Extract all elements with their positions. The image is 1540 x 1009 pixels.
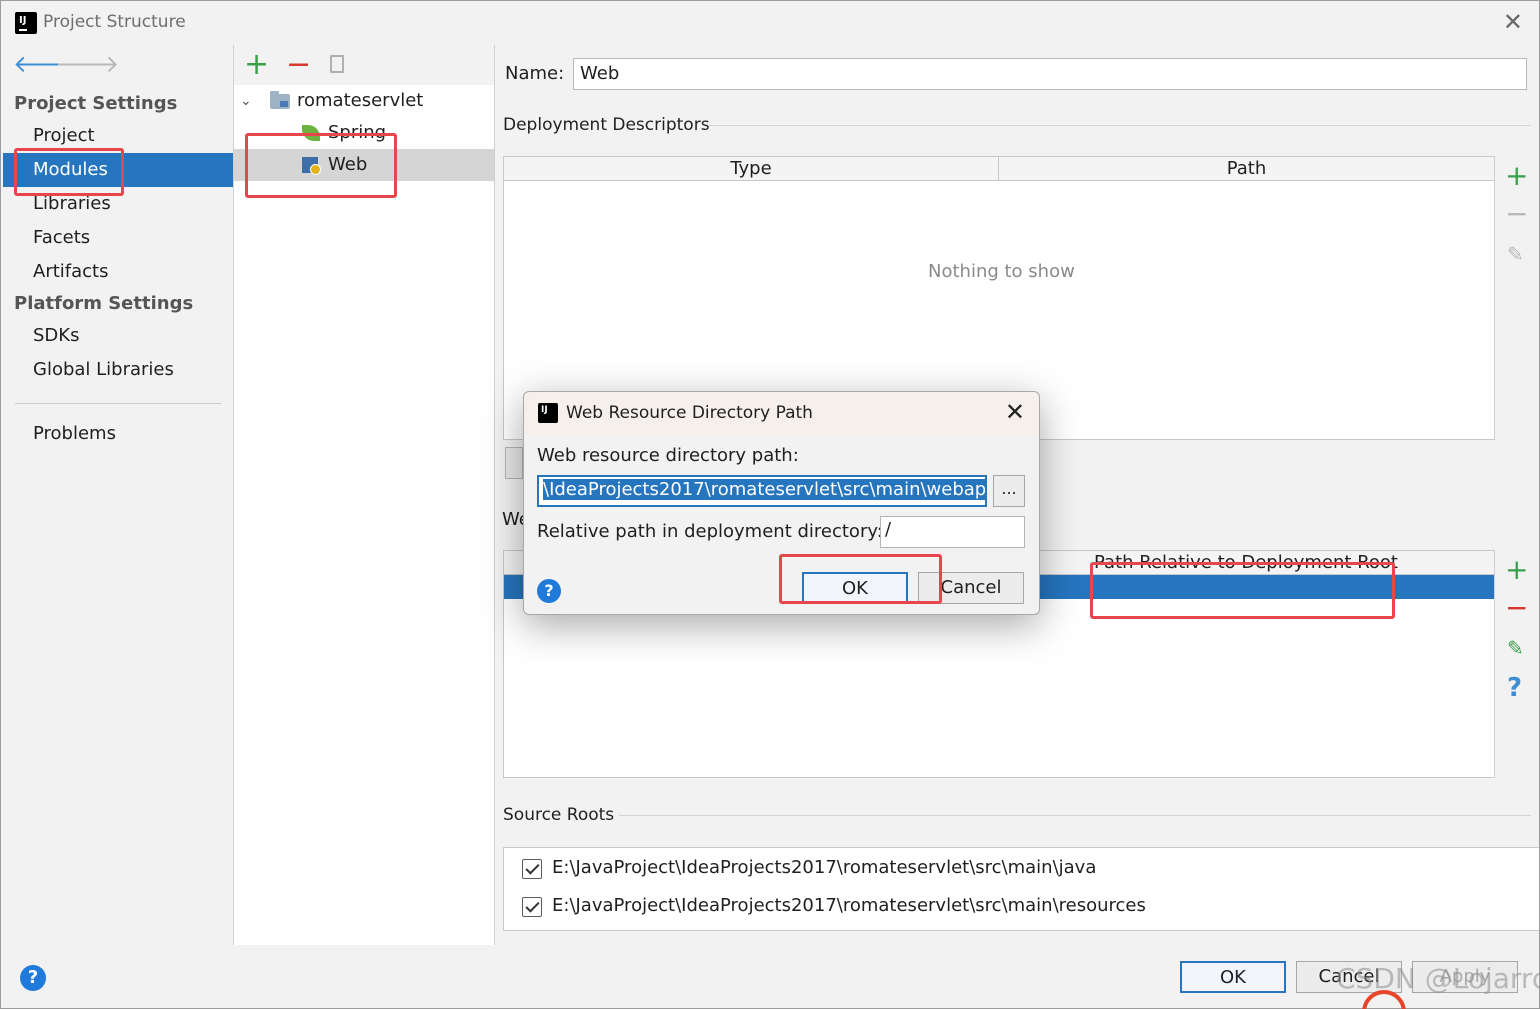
selected-path-text: \IdeaProjects2017\romateservlet\src\main… bbox=[543, 479, 985, 500]
sidebar-item-sdks[interactable]: SDKs bbox=[3, 319, 233, 353]
edit-icon[interactable]: ✎ bbox=[1507, 636, 1524, 660]
dialog-title: Web Resource Directory Path bbox=[566, 403, 813, 423]
path-input[interactable]: \IdeaProjects2017\romateservlet\src\main… bbox=[537, 475, 987, 507]
section-divider bbox=[619, 815, 1531, 816]
tree-node-label: romateservlet bbox=[297, 90, 424, 111]
source-roots-list: E:\JavaProject\IdeaProjects2017\romatese… bbox=[503, 847, 1539, 931]
web-resource-tools: + − ✎ ? bbox=[1494, 550, 1538, 778]
column-type[interactable]: Type bbox=[504, 157, 998, 181]
copy-icon[interactable] bbox=[330, 52, 353, 74]
annotation-highlight-row bbox=[1090, 562, 1395, 619]
relative-path-label: Relative path in deployment directory: bbox=[537, 521, 883, 542]
ok-button[interactable]: OK bbox=[1180, 961, 1286, 993]
module-folder-icon bbox=[270, 91, 290, 109]
help-icon[interactable]: ? bbox=[20, 965, 46, 991]
edit-icon[interactable]: ✎ bbox=[1507, 242, 1524, 266]
section-divider bbox=[709, 125, 1531, 126]
forward-arrow-icon[interactable]: 🡒 bbox=[55, 51, 119, 77]
close-icon[interactable]: ✕ bbox=[1005, 400, 1025, 424]
sidebar-item-artifacts[interactable]: Artifacts bbox=[3, 255, 233, 289]
browse-button[interactable]: ... bbox=[993, 475, 1025, 507]
sidebar-item-problems[interactable]: Problems bbox=[3, 417, 233, 451]
title-bar: IJ Project Structure ✕ bbox=[1, 1, 1539, 45]
chevron-down-icon[interactable]: ⌄ bbox=[240, 85, 252, 117]
annotation-highlight-modules bbox=[14, 148, 124, 196]
window-title: Project Structure bbox=[43, 12, 186, 32]
table-header: Type Path bbox=[504, 157, 1494, 181]
checkbox-checked[interactable] bbox=[522, 897, 542, 917]
add-icon[interactable]: + bbox=[244, 49, 269, 81]
annotation-highlight-ok bbox=[779, 554, 942, 604]
remove-icon[interactable]: − bbox=[1505, 200, 1528, 228]
column-path[interactable]: Path bbox=[998, 157, 1494, 181]
close-icon[interactable]: ✕ bbox=[1503, 10, 1523, 34]
tree-toolbar: + − bbox=[234, 45, 494, 85]
source-roots-title: Source Roots bbox=[503, 805, 615, 825]
remove-icon[interactable]: − bbox=[1505, 594, 1528, 622]
add-icon[interactable]: + bbox=[1505, 556, 1528, 584]
checkbox-checked[interactable] bbox=[522, 859, 542, 879]
help-icon[interactable]: ? bbox=[1507, 674, 1522, 702]
back-arrow-icon[interactable]: 🡐 bbox=[13, 51, 77, 77]
annotation-highlight-web bbox=[245, 133, 397, 198]
project-settings-header: Project Settings bbox=[14, 93, 178, 114]
sidebar-divider bbox=[15, 403, 221, 404]
remove-icon[interactable]: − bbox=[286, 49, 311, 81]
empty-state-text: Nothing to show bbox=[928, 261, 1075, 282]
descriptor-tools: + − ✎ bbox=[1494, 156, 1538, 440]
name-field[interactable]: Web bbox=[573, 58, 1527, 90]
source-root-path: E:\JavaProject\IdeaProjects2017\romatese… bbox=[552, 895, 1146, 916]
watermark-text: CSDN @Lojarro bbox=[1336, 962, 1540, 995]
dialog-title-bar: IJ Web Resource Directory Path ✕ bbox=[524, 392, 1039, 436]
deployment-descriptors-title: Deployment Descriptors bbox=[503, 115, 710, 135]
name-label: Name: bbox=[505, 63, 565, 84]
intellij-app-icon: IJ bbox=[538, 403, 558, 423]
path-label: Web resource directory path: bbox=[537, 445, 799, 466]
platform-settings-header: Platform Settings bbox=[14, 293, 194, 314]
relative-path-input[interactable]: / bbox=[880, 516, 1025, 548]
add-descriptor-button[interactable] bbox=[505, 447, 523, 479]
tree-node-romateservlet[interactable]: ⌄ romateservlet bbox=[234, 85, 494, 117]
source-root-path: E:\JavaProject\IdeaProjects2017\romatese… bbox=[552, 857, 1097, 878]
sidebar-item-global-libraries[interactable]: Global Libraries bbox=[3, 353, 233, 387]
intellij-app-icon: IJ bbox=[12, 9, 37, 34]
add-icon[interactable]: + bbox=[1505, 162, 1528, 190]
help-icon[interactable]: ? bbox=[537, 579, 561, 603]
sidebar-item-facets[interactable]: Facets bbox=[3, 221, 233, 255]
